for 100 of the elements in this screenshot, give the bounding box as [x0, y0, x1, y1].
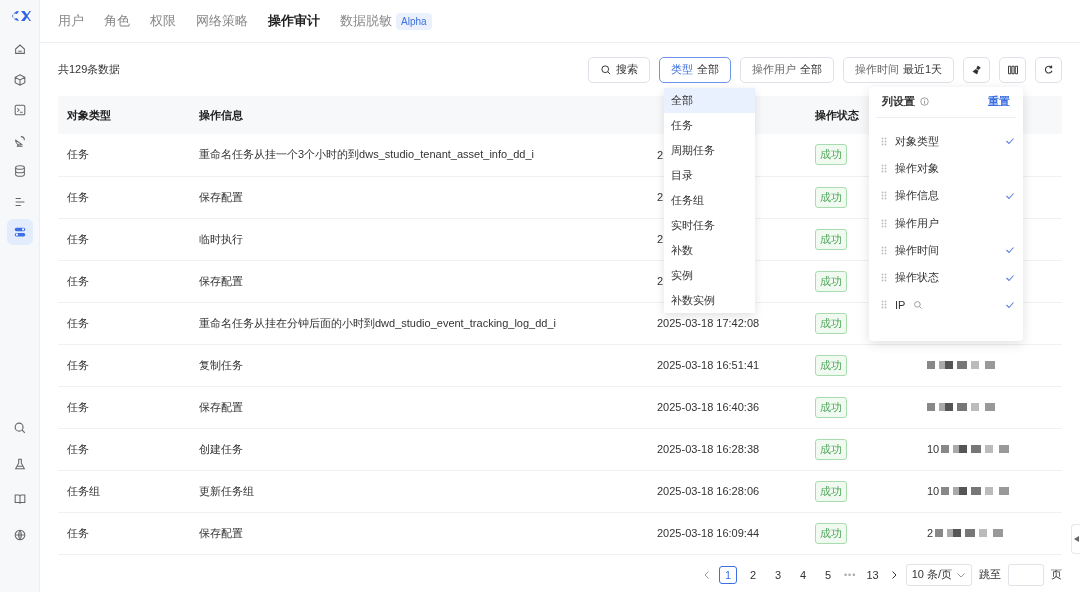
tab[interactable]: 操作审计 [268, 12, 320, 30]
page-button[interactable]: 5 [818, 565, 837, 584]
collapse-handle[interactable] [1071, 524, 1080, 554]
page-button[interactable]: 4 [793, 565, 812, 584]
search-icon [12, 421, 27, 435]
drag-handle-icon[interactable] [881, 191, 887, 201]
drag-handle-icon[interactable] [881, 245, 887, 255]
drag-handle-icon[interactable] [881, 273, 887, 283]
panel-title: 列设置 [882, 94, 915, 109]
status-tag: 成功 [815, 312, 847, 334]
table-cell: 任务 [58, 134, 190, 176]
broom-icon [970, 63, 983, 76]
page-button[interactable]: 2 [743, 565, 762, 584]
dropdown-option[interactable]: 实时任务 [663, 212, 755, 238]
status-tag: 成功 [815, 438, 847, 460]
column-option-label: 操作时间 [895, 242, 939, 258]
table-cell: 任务组 [58, 470, 190, 512]
status-tag: 成功 [815, 354, 847, 376]
column-option-label: 操作信息 [895, 188, 939, 204]
column-option-label: 对象类型 [895, 133, 939, 149]
status-tag: 成功 [815, 144, 847, 166]
table-cell: 任务 [58, 428, 190, 470]
column-settings-button[interactable] [999, 56, 1026, 83]
page-button[interactable]: 13 [863, 565, 882, 584]
table-cell: 2025-03-18 16:09:44 [648, 512, 806, 554]
dropdown-option[interactable]: 补数 [663, 237, 755, 263]
table-cell: 保存配置 [190, 260, 648, 302]
table-cell: 任务 [58, 344, 190, 386]
status-tag: 成功 [815, 270, 847, 292]
table-cell: 任务 [58, 260, 190, 302]
drag-handle-icon[interactable] [881, 300, 887, 310]
page-button[interactable]: 3 [768, 565, 787, 584]
column-option-label: 操作状态 [895, 270, 939, 286]
cube-icon [12, 72, 27, 87]
check-icon[interactable] [1005, 190, 1015, 201]
drag-handle-icon[interactable] [881, 136, 887, 146]
globe-icon [12, 527, 27, 542]
table-cell: 保存配置 [190, 386, 648, 428]
tab[interactable]: 网络策略 [196, 12, 248, 30]
status-tag: 成功 [815, 228, 847, 250]
tab[interactable]: 用户 [58, 12, 84, 30]
columns-icon [1006, 63, 1019, 76]
check-icon[interactable] [1005, 245, 1015, 256]
table-cell: 2025-03-18 16:28:38 [648, 428, 806, 470]
filter-button[interactable]: 操作时间 最近1天 [842, 56, 954, 83]
page-jump-field[interactable] [1008, 563, 1044, 586]
dish-icon [12, 133, 27, 148]
drag-handle-icon[interactable] [881, 218, 887, 228]
column-option-label: IP [895, 298, 906, 311]
database-icon [12, 164, 27, 178]
reset-link[interactable]: 重置 [988, 94, 1010, 109]
home-icon [12, 42, 27, 56]
info-icon [920, 97, 929, 106]
book-icon [12, 492, 27, 506]
check-icon[interactable] [1005, 299, 1015, 310]
dropdown-option[interactable]: 实例 [663, 262, 755, 288]
table-cell: 任务 [58, 176, 190, 218]
flask-icon [12, 456, 27, 471]
ip-prefix: 10 [927, 443, 940, 455]
ip-prefix: 2 [927, 527, 934, 539]
table-cell: 任务 [58, 302, 190, 344]
refresh-button[interactable] [1035, 56, 1062, 83]
table-cell: 重命名任务从挂一个3个小时的到dws_studio_tenant_asset_info_dd_i [190, 134, 648, 176]
tab[interactable]: 角色 [104, 12, 130, 30]
toggles-icon [12, 225, 27, 239]
table-cell: 任务 [58, 218, 190, 260]
table-cell: 复制任务 [190, 344, 648, 386]
column-header: 操作信息 [190, 96, 648, 134]
table-cell: 保存配置 [190, 176, 648, 218]
dropdown-option[interactable]: 全部 [663, 87, 755, 113]
filter-button[interactable]: 类型 全部 [658, 56, 731, 83]
clear-button[interactable] [963, 56, 990, 83]
tab[interactable]: 数据脱敏 [340, 12, 392, 30]
search-button[interactable]: 搜索 [587, 56, 650, 83]
refresh-icon [1042, 63, 1055, 76]
page-button[interactable]: 1 [718, 565, 737, 584]
status-tag: 成功 [815, 186, 847, 208]
dropdown-option[interactable]: 目录 [663, 162, 755, 188]
search-icon[interactable] [913, 299, 924, 310]
status-tag: 成功 [815, 480, 847, 502]
check-icon[interactable] [1005, 136, 1015, 147]
jump-label: 跳至 [979, 567, 1001, 582]
column-header: 对象类型 [58, 96, 190, 134]
dropdown-option[interactable]: 任务 [663, 112, 755, 138]
table-cell: 创建任务 [190, 428, 648, 470]
page-size-select[interactable]: 10 条/页 [905, 563, 972, 586]
alpha-badge: Alpha [396, 12, 432, 30]
check-icon[interactable] [1005, 272, 1015, 283]
tab[interactable]: 权限 [150, 12, 176, 30]
record-count: 共129条数据 [58, 62, 122, 77]
dropdown-option[interactable]: 任务组 [663, 187, 755, 213]
search-icon [599, 63, 612, 76]
dropdown-option[interactable]: 补数实例 [663, 287, 755, 313]
caret-icon [1073, 536, 1079, 542]
table-cell: 任务 [58, 386, 190, 428]
drag-handle-icon[interactable] [881, 163, 887, 173]
sidebar-item[interactable] [6, 219, 33, 245]
dropdown-option[interactable]: 周期任务 [663, 137, 755, 163]
column-option-label: 操作对象 [895, 160, 939, 176]
filter-button[interactable]: 操作用户 全部 [739, 56, 834, 83]
